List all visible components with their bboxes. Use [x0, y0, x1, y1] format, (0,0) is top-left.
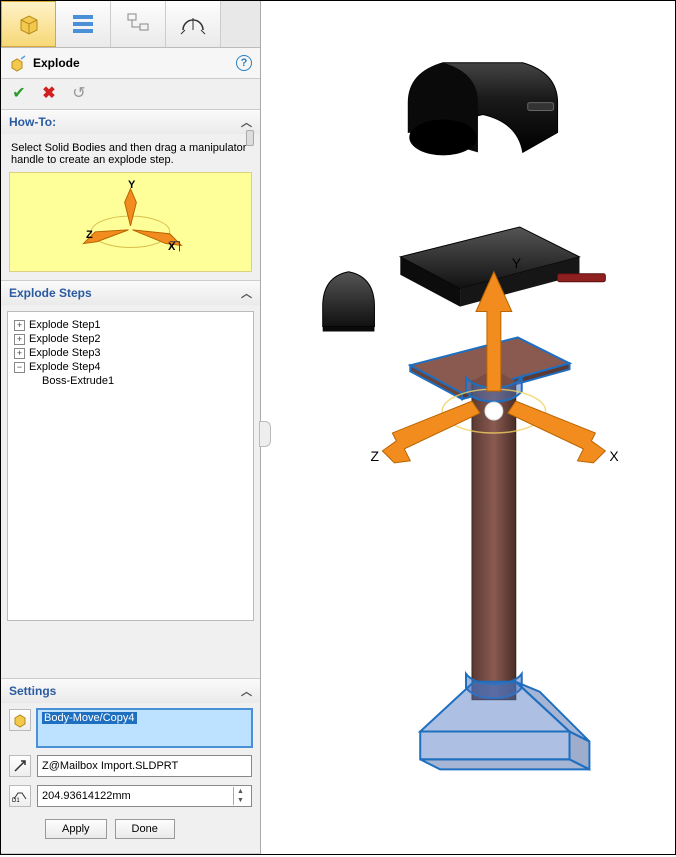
distance-icon: D1 — [9, 785, 31, 807]
direction-icon[interactable] — [9, 755, 31, 777]
explode-icon — [9, 54, 27, 72]
list-icon — [69, 10, 97, 38]
axis-x-label: X — [168, 241, 175, 253]
distance-field[interactable]: 204.93614122mm ▲▼ — [37, 785, 252, 807]
tab-feature-manager[interactable] — [1, 1, 56, 47]
chevron-up-icon: ︿ — [241, 683, 252, 699]
tree-item-label: Explode Step2 — [29, 333, 101, 345]
explode-steps-tree[interactable]: + Explode Step1 + Explode Step2 + Explod… — [7, 311, 254, 621]
expand-icon[interactable]: + — [14, 334, 25, 345]
explode-steps-header[interactable]: Explode Steps ︿ — [1, 281, 260, 305]
axis-z-label: Z — [86, 229, 93, 241]
undo-button[interactable]: ↺ — [69, 83, 89, 103]
howto-header[interactable]: How-To: ︿ — [1, 110, 260, 134]
chevron-up-icon: ︿ — [241, 114, 252, 130]
axis-x-label: X — [609, 448, 618, 464]
tree-item[interactable]: − Explode Step4 — [14, 360, 247, 374]
tree-icon — [124, 10, 152, 38]
tab-dim-expert[interactable] — [166, 1, 221, 47]
collapse-icon[interactable]: − — [14, 362, 25, 373]
tree-item[interactable]: + Explode Step2 — [14, 332, 247, 346]
tree-item-label: Explode Step3 — [29, 347, 101, 359]
chevron-up-icon: ︿ — [241, 285, 252, 301]
tree-item[interactable]: + Explode Step3 — [14, 346, 247, 360]
tree-item-label: Explode Step1 — [29, 319, 101, 331]
mailbox-flag — [558, 274, 606, 282]
tree-item[interactable]: + Explode Step1 — [14, 318, 247, 332]
direction-value: Z@Mailbox Import.SLDPRT — [42, 760, 247, 772]
distance-value: 204.93614122mm — [42, 790, 233, 802]
settings-header-label: Settings — [9, 684, 56, 698]
explode-steps-header-label: Explode Steps — [9, 286, 92, 300]
panel-scrollbar[interactable] — [246, 130, 254, 146]
done-button[interactable]: Done — [115, 819, 175, 839]
tree-item-child[interactable]: Boss-Extrude1 — [14, 374, 247, 388]
expand-icon[interactable]: + — [14, 320, 25, 331]
cancel-button[interactable]: ✖ — [39, 83, 59, 103]
svg-text:D1: D1 — [12, 798, 20, 803]
direction-field[interactable]: Z@Mailbox Import.SLDPRT — [37, 755, 252, 777]
cube-icon — [15, 10, 43, 38]
compass-icon — [179, 10, 207, 38]
body-selection-field[interactable]: Body-Move/Copy4 — [37, 709, 252, 747]
panel-divider-handle[interactable] — [259, 421, 271, 447]
tab-configuration-manager[interactable] — [111, 1, 166, 47]
panel-title: Explode — [33, 56, 80, 70]
model-render: Y X Z — [261, 1, 675, 854]
tree-item-label: Boss-Extrude1 — [42, 375, 114, 387]
body-selection-value: Body-Move/Copy4 — [42, 712, 137, 724]
distance-spinner[interactable]: ▲▼ — [233, 787, 247, 805]
graphics-viewport[interactable]: Y X Z — [261, 1, 675, 854]
panel-header: Explode ? — [1, 48, 260, 79]
expand-icon[interactable]: + — [14, 348, 25, 359]
action-row: ✔ ✖ ↺ — [1, 79, 260, 110]
howto-section: How-To: ︿ Select Solid Bodies and then d… — [1, 110, 260, 281]
settings-section: Settings ︿ Body-Move/Copy4 — [1, 679, 260, 854]
help-button[interactable]: ? — [236, 55, 252, 71]
ok-button[interactable]: ✔ — [9, 83, 29, 103]
axis-y-label: Y — [128, 179, 135, 191]
tab-property-manager[interactable] — [56, 1, 111, 47]
body-icon — [9, 709, 31, 731]
howto-triad: Y X Z — [9, 172, 252, 272]
apply-button[interactable]: Apply — [45, 819, 107, 839]
settings-header[interactable]: Settings ︿ — [1, 679, 260, 703]
howto-header-label: How-To: — [9, 115, 56, 129]
explode-steps-section: Explode Steps ︿ + Explode Step1 + Explod… — [1, 281, 260, 679]
axis-z-label: Z — [370, 448, 379, 464]
panel-tab-strip — [1, 1, 260, 48]
axis-y-label: Y — [512, 255, 521, 271]
tree-item-label: Explode Step4 — [29, 361, 101, 373]
howto-text: Select Solid Bodies and then drag a mani… — [1, 134, 260, 166]
